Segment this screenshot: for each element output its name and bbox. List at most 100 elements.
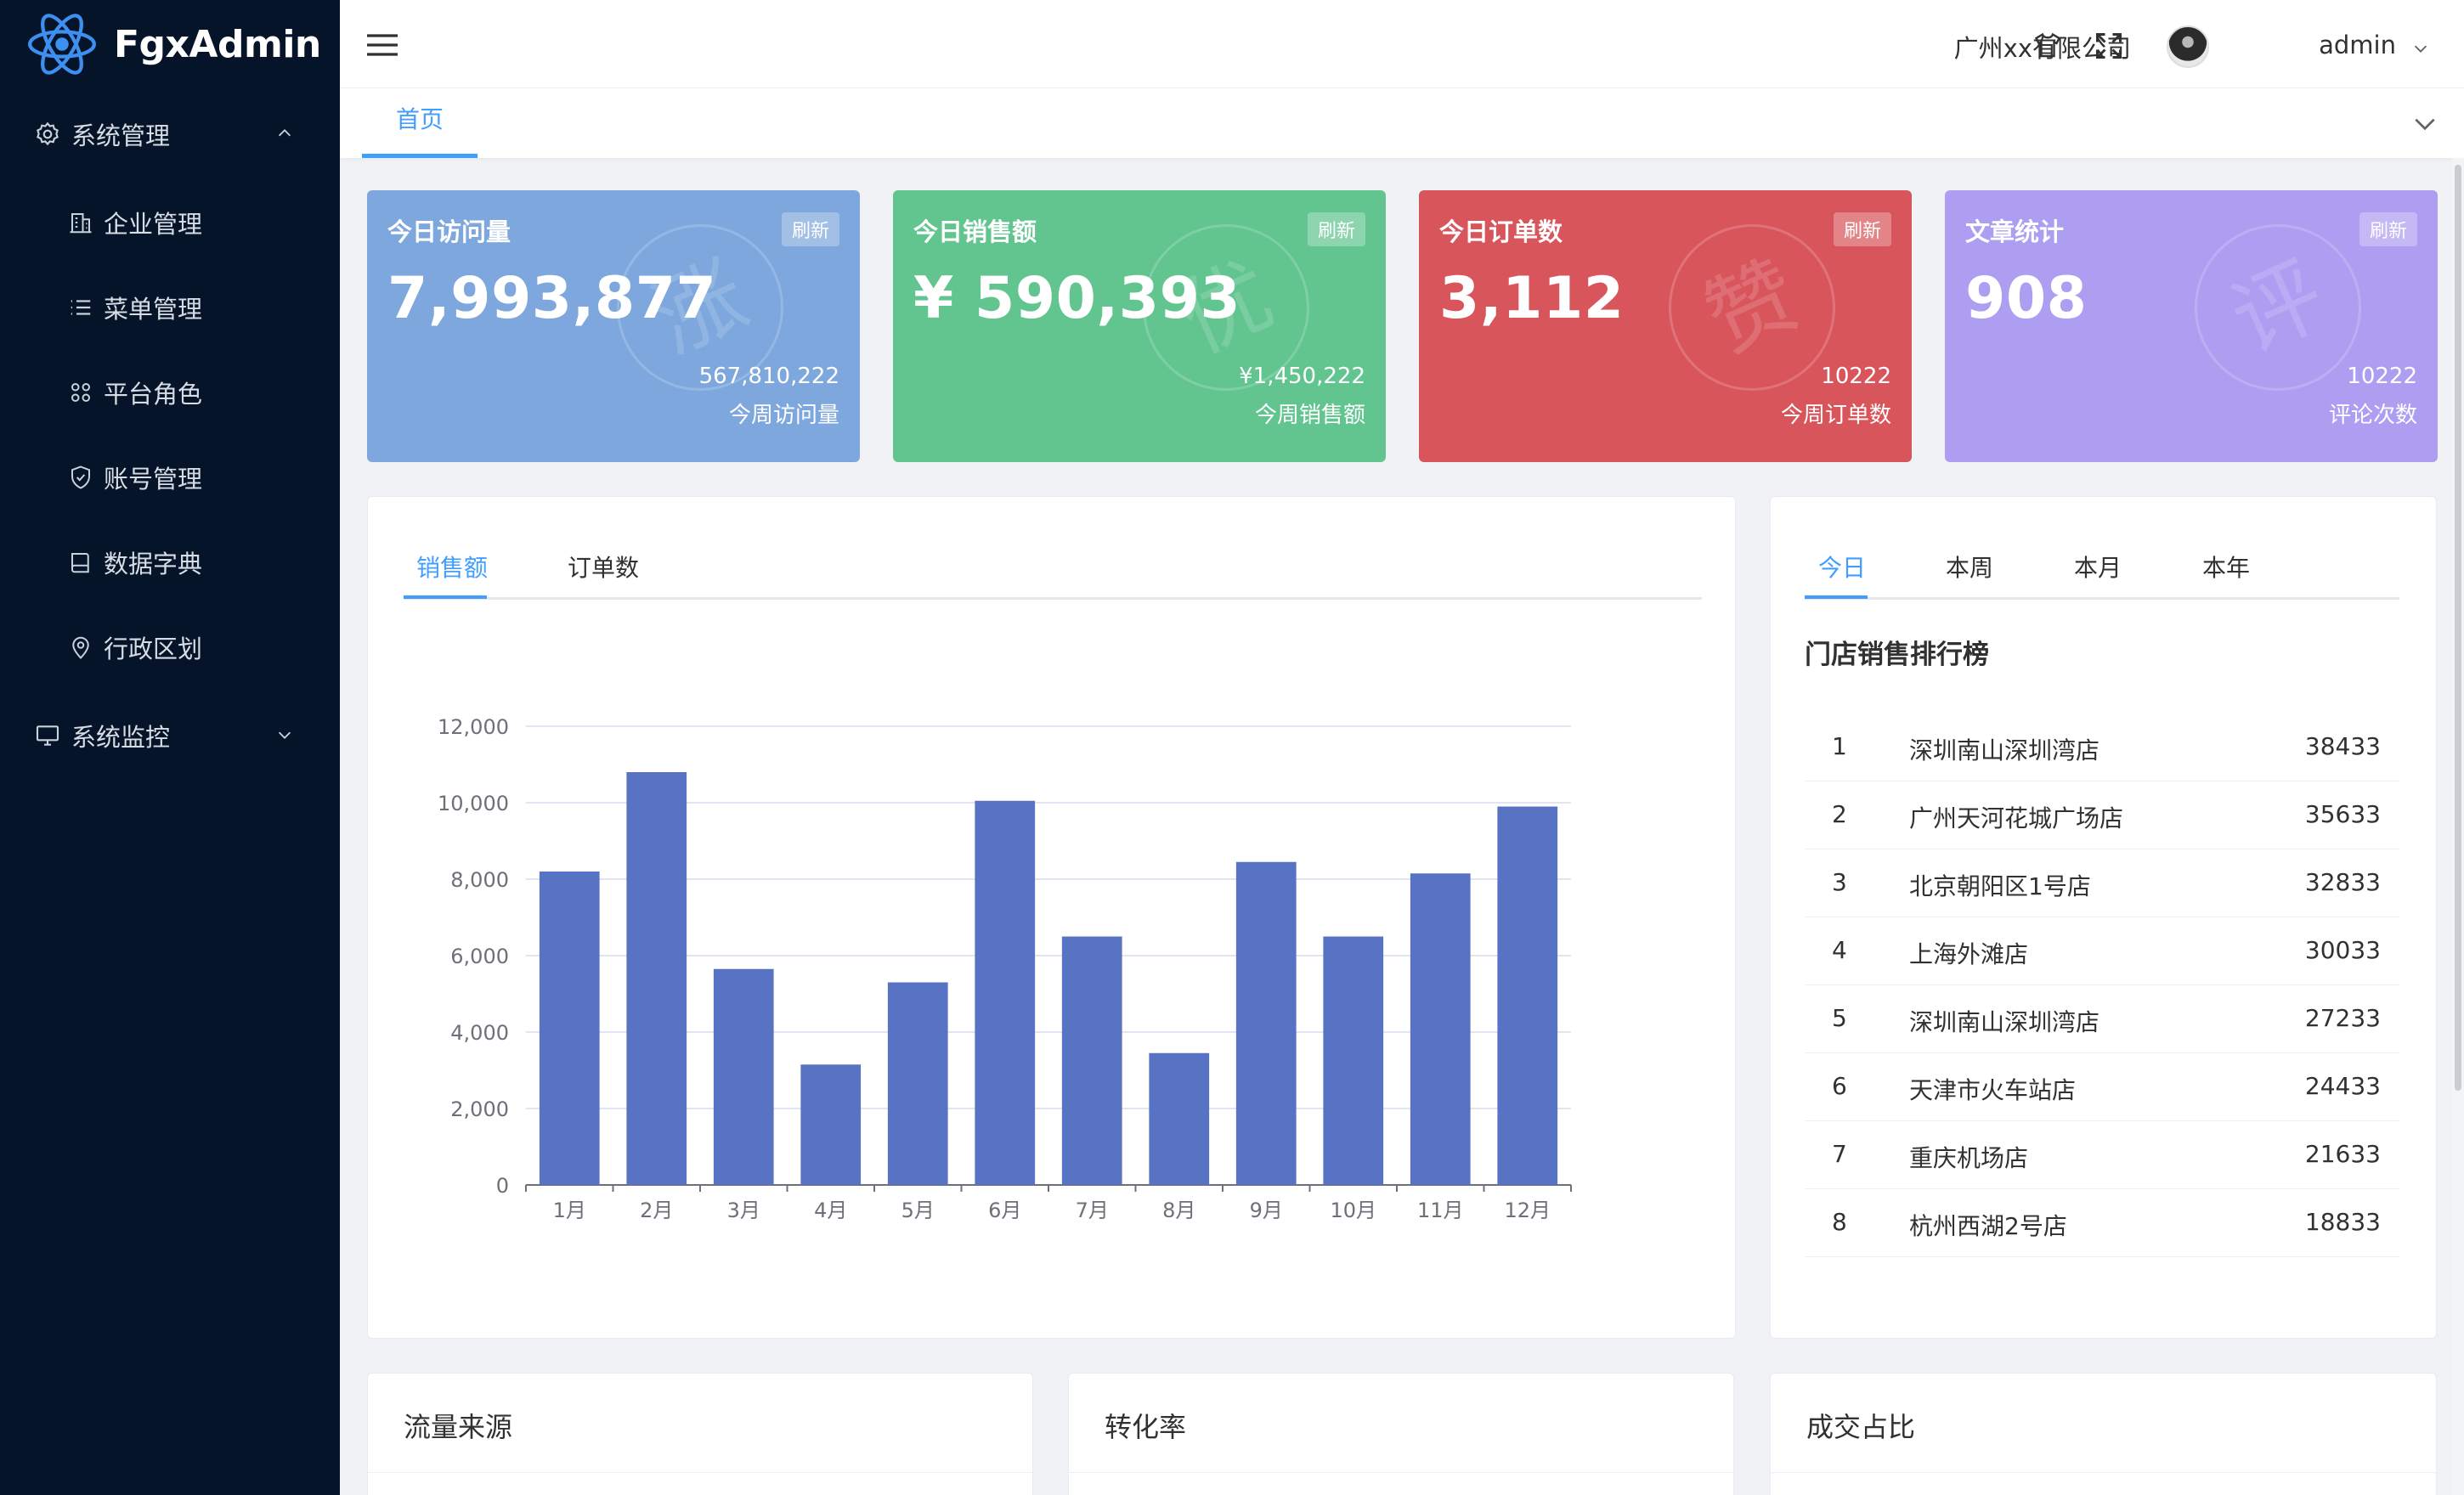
building-icon <box>70 213 92 234</box>
x-tick-label: 9月 <box>1250 1199 1283 1222</box>
list-icon <box>71 300 91 315</box>
stat-card-articles: 评 文章统计 刷新 908 10222 评论次数 <box>1945 190 2438 462</box>
sidebar-item-label: 平台角色 <box>104 380 203 409</box>
stat-label: 今日访问量 <box>387 217 511 246</box>
stat-value: 7,993,877 <box>387 265 717 332</box>
x-tick-label: 12月 <box>1504 1199 1551 1222</box>
bar <box>1149 1052 1210 1185</box>
shirt-icon[interactable] <box>2032 31 2063 61</box>
sidebar-item-dictionary[interactable]: 数据字典 <box>0 520 340 605</box>
store-name: 深圳南山深圳湾店 <box>1909 736 2100 764</box>
store-sales: 35633 <box>2304 800 2381 828</box>
avatar[interactable] <box>2167 25 2209 68</box>
stat-sub-value: 567,810,222 <box>698 364 839 389</box>
rank-number: 8 <box>1832 1208 1847 1236</box>
menu-group-system-monitor[interactable]: 系统监控 <box>0 690 340 781</box>
store-sales: 32833 <box>2304 868 2381 896</box>
y-tick-label: 6,000 <box>450 945 509 968</box>
panel-divider <box>1771 1472 2436 1473</box>
x-tick-label: 1月 <box>553 1199 586 1222</box>
refresh-button[interactable]: 刷新 <box>781 212 839 246</box>
y-tick-label: 0 <box>496 1174 509 1198</box>
stat-value: 908 <box>1965 265 2088 332</box>
x-tick-label: 6月 <box>988 1199 1021 1222</box>
sidebar-item-menu[interactable]: 菜单管理 <box>0 265 340 350</box>
tab-today[interactable]: 今日 <box>1818 550 1866 584</box>
atom-logo-icon <box>28 14 96 75</box>
stat-sub-label: 今周访问量 <box>728 403 839 428</box>
panel-title: 成交占比 <box>1806 1411 1916 1443</box>
refresh-button[interactable]: 刷新 <box>1833 212 1891 246</box>
menu-toggle-icon[interactable] <box>365 32 399 58</box>
bar <box>1410 873 1471 1185</box>
page-tabs-bar: 首页 <box>340 88 2464 158</box>
ranking-row: 8 杭州西湖2号店 18833 <box>1805 1189 2399 1257</box>
traffic-source-panel: 流量来源 <box>367 1373 1033 1495</box>
sidebar-item-label: 行政区划 <box>104 635 203 663</box>
gear-icon <box>37 121 59 146</box>
menu-group-system-management[interactable]: 系统管理 <box>0 88 340 180</box>
sidebar-item-label: 账号管理 <box>104 465 203 494</box>
username[interactable]: admin <box>2319 31 2396 59</box>
sidebar-item-enterprise[interactable]: 企业管理 <box>0 180 340 265</box>
ranking-row: 2 广州天河花城广场店 35633 <box>1805 781 2399 849</box>
scrollbar-thumb[interactable] <box>2455 165 2461 1091</box>
sidebar-item-accounts[interactable]: 账号管理 <box>0 435 340 520</box>
stat-label: 今日销售额 <box>913 217 1037 246</box>
tab-week[interactable]: 本周 <box>1946 550 1993 584</box>
sidebar-item-roles[interactable]: 平台角色 <box>0 350 340 435</box>
x-tick-label: 5月 <box>901 1199 935 1222</box>
rank-number: 6 <box>1832 1072 1847 1100</box>
store-sales: 30033 <box>2304 936 2381 964</box>
store-name: 重庆机场店 <box>1909 1144 2029 1172</box>
bar <box>887 982 948 1185</box>
sidebar-item-label: 菜单管理 <box>104 295 203 324</box>
refresh-button[interactable]: 刷新 <box>1307 212 1365 246</box>
stat-value: ¥ 590,393 <box>913 265 1241 332</box>
rank-number: 1 <box>1832 732 1847 760</box>
ranking-row: 5 深圳南山深圳湾店 27233 <box>1805 985 2399 1053</box>
fullscreen-icon[interactable] <box>2094 31 2124 61</box>
bar <box>539 872 600 1185</box>
ranking-row: 1 深圳南山深圳湾店 38433 <box>1805 714 2399 781</box>
stat-card-visits: 涨 今日访问量 刷新 7,993,877 567,810,222 今周访问量 <box>367 190 860 462</box>
chevron-down-icon[interactable] <box>2411 39 2430 58</box>
stat-card-orders: 赞 今日订单数 刷新 3,112 10222 今周订单数 <box>1419 190 1912 462</box>
store-name: 北京朝阳区1号店 <box>1909 872 2091 900</box>
x-tick-label: 10月 <box>1330 1199 1376 1222</box>
bar <box>626 772 687 1185</box>
tabs-divider <box>1805 597 2399 600</box>
ranking-title: 门店销售排行榜 <box>1805 640 1989 670</box>
sidebar-item-label: 数据字典 <box>104 550 203 578</box>
stat-value: 3,112 <box>1439 265 1625 332</box>
y-tick-label: 8,000 <box>450 868 509 892</box>
rank-number: 7 <box>1832 1140 1847 1168</box>
rank-number: 2 <box>1832 800 1847 828</box>
refresh-button[interactable]: 刷新 <box>2359 212 2417 246</box>
deal-ratio-panel: 成交占比 <box>1770 1373 2437 1495</box>
bar <box>713 968 774 1185</box>
scrollbar[interactable] <box>2452 158 2464 1495</box>
bar <box>1061 936 1122 1185</box>
book-icon <box>71 553 89 573</box>
chevron-down-icon[interactable] <box>2411 110 2439 138</box>
tab-year[interactable]: 本年 <box>2202 550 2250 584</box>
x-tick-label: 11月 <box>1417 1199 1464 1222</box>
y-tick-label: 2,000 <box>450 1097 509 1121</box>
sales-chart-panel: 销售额 订单数 0 2,000 4,000 6,000 8,000 10,000 12,00… <box>367 496 1736 1339</box>
panel-divider <box>368 1472 1032 1473</box>
location-icon <box>72 636 89 659</box>
bar <box>800 1064 862 1185</box>
panel-title: 转化率 <box>1105 1411 1187 1443</box>
tab-month[interactable]: 本月 <box>2074 550 2122 584</box>
x-tick-label: 2月 <box>640 1199 673 1222</box>
bar <box>1497 806 1558 1185</box>
sidebar-item-regions[interactable]: 行政区划 <box>0 605 340 690</box>
stat-sub-label: 今周订单数 <box>1780 403 1891 428</box>
logo[interactable]: FgxAdmin <box>0 0 340 88</box>
stat-sub-value: 10222 <box>1821 364 1891 389</box>
stat-sub-label: 今周销售额 <box>1254 403 1365 428</box>
tab-home[interactable]: 首页 <box>362 88 478 158</box>
store-sales: 18833 <box>2304 1208 2381 1236</box>
store-sales: 24433 <box>2304 1072 2381 1100</box>
